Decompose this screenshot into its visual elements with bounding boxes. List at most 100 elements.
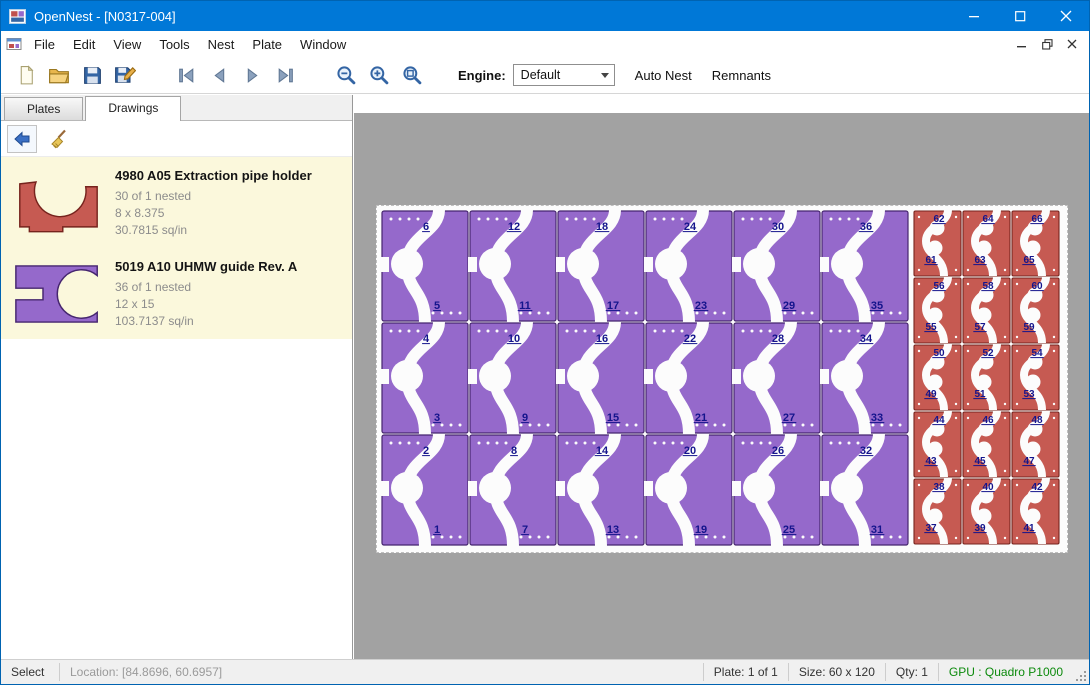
tab-drawings[interactable]: Drawings [85,96,181,121]
zoom-in-button[interactable] [364,61,394,89]
open-icon [48,64,70,86]
arrow-left-icon [12,129,32,149]
remnants-button[interactable]: Remnants [712,68,771,83]
nest-cell-purple[interactable]: 2625 [732,434,820,546]
nest-cell-red[interactable]: 5049 [914,344,961,410]
mdi-minimize-button[interactable] [1010,34,1034,54]
part-thumbnail-red [9,166,107,239]
nest-cell-red[interactable]: 4039 [963,478,1010,544]
import-drawing-button[interactable] [7,125,37,153]
save-icon [82,65,103,86]
engine-value: Default [521,68,561,82]
mdi-close-button[interactable] [1060,34,1084,54]
save-button[interactable] [77,61,107,89]
app-icon [9,8,26,25]
zoom-out-button[interactable] [331,61,361,89]
nest-cell-red[interactable]: 5655 [914,277,961,343]
nest-cell-purple[interactable]: 21 [380,434,468,546]
drawing-item-extraction-pipe-holder[interactable]: 4980 A05 Extraction pipe holder 30 of 1 … [1,157,352,248]
nest-cell-red[interactable]: 4645 [963,411,1010,477]
nest-cell-purple[interactable]: 3433 [820,322,908,434]
nest-canvas[interactable]: 6512111817242330293635431091615222128273… [354,95,1089,659]
menu-edit[interactable]: Edit [64,31,104,57]
menu-file[interactable]: File [25,31,64,57]
nest-cell-purple[interactable]: 2827 [732,322,820,434]
chevron-down-icon [601,73,609,78]
canvas-background[interactable]: 6512111817242330293635431091615222128273… [354,113,1089,659]
nest-cell-purple[interactable]: 2221 [644,322,732,434]
status-mode: Select [1,660,59,684]
nest-cell-red[interactable]: 4241 [1012,478,1059,544]
nest-cell-purple[interactable]: 1817 [556,210,644,322]
nest-cell-red[interactable]: 4847 [1012,411,1059,477]
nest-cell-red[interactable]: 6665 [1012,210,1059,276]
menu-tools[interactable]: Tools [150,31,198,57]
save-as-button[interactable] [110,61,140,89]
nest-cell-purple[interactable]: 109 [468,322,556,434]
nest-cell-purple[interactable]: 1413 [556,434,644,546]
zoom-fit-icon [401,64,423,86]
drawing-size: 12 x 15 [115,296,297,313]
maximize-button[interactable] [997,1,1043,31]
nest-cell-purple[interactable]: 3635 [820,210,908,322]
resize-grip[interactable] [1073,660,1089,684]
menu-bar: File Edit View Tools Nest Plate Window [1,31,1089,57]
part-thumbnail-purple [9,257,107,330]
drawing-item-text: 5019 A10 UHMW guide Rev. A 36 of 1 neste… [107,257,297,330]
drawing-item-text: 4980 A05 Extraction pipe holder 30 of 1 … [107,166,312,239]
mdi-document-icon [6,36,22,52]
open-button[interactable] [44,61,74,89]
nest-cell-purple[interactable]: 87 [468,434,556,546]
nav-next-button[interactable] [237,61,267,89]
status-bar: Select Location: [84.8696, 60.6957] Plat… [1,659,1089,684]
nest-cell-red[interactable]: 6059 [1012,277,1059,343]
window-controls [951,1,1089,31]
nest-plate[interactable]: 6512111817242330293635431091615222128273… [376,205,1068,553]
nest-cell-red[interactable]: 5453 [1012,344,1059,410]
minimize-button[interactable] [951,1,997,31]
drawing-item-uhmw-guide[interactable]: 5019 A10 UHMW guide Rev. A 36 of 1 neste… [1,248,352,339]
new-button[interactable] [11,61,41,89]
menu-window[interactable]: Window [291,31,355,57]
nest-cell-red[interactable]: 4443 [914,411,961,477]
maximize-icon [1015,11,1026,22]
nest-cell-red[interactable]: 5857 [963,277,1010,343]
nav-last-button[interactable] [270,61,300,89]
drawing-size: 8 x 8.375 [115,205,312,222]
tab-plates[interactable]: Plates [4,97,83,120]
auto-nest-button[interactable]: Auto Nest [635,68,692,83]
nav-last-icon [275,65,296,86]
nest-cell-purple[interactable]: 1211 [468,210,556,322]
nest-cell-purple[interactable]: 65 [380,210,468,322]
drawing-area: 30.7815 sq/in [115,222,312,239]
clean-drawings-button[interactable] [44,125,74,153]
nest-cell-purple[interactable]: 2019 [644,434,732,546]
nest-cell-purple[interactable]: 2423 [644,210,732,322]
drawing-area: 103.7137 sq/in [115,313,297,330]
save-as-icon [114,64,136,86]
nav-first-icon [176,65,197,86]
nest-cell-purple[interactable]: 43 [380,322,468,434]
menu-nest[interactable]: Nest [199,31,244,57]
mdi-restore-icon [1042,39,1053,50]
nest-cell-red[interactable]: 3837 [914,478,961,544]
new-icon [16,65,37,86]
engine-select[interactable]: Default [513,64,615,86]
close-icon [1060,10,1072,22]
mdi-restore-button[interactable] [1035,34,1059,54]
menu-plate[interactable]: Plate [243,31,291,57]
close-button[interactable] [1043,1,1089,31]
nav-first-button[interactable] [171,61,201,89]
nest-cell-red[interactable]: 5251 [963,344,1010,410]
nest-cell-red[interactable]: 6463 [963,210,1010,276]
nest-cell-red[interactable]: 6261 [914,210,961,276]
nest-cell-purple[interactable]: 1615 [556,322,644,434]
zoom-fit-button[interactable] [397,61,427,89]
menu-view[interactable]: View [104,31,150,57]
status-gpu: GPU : Quadro P1000 [939,660,1073,684]
zoom-out-icon [335,64,357,86]
nest-cell-purple[interactable]: 3029 [732,210,820,322]
nav-prev-button[interactable] [204,61,234,89]
nest-cell-purple[interactable]: 3231 [820,434,908,546]
nav-next-icon [242,65,263,86]
